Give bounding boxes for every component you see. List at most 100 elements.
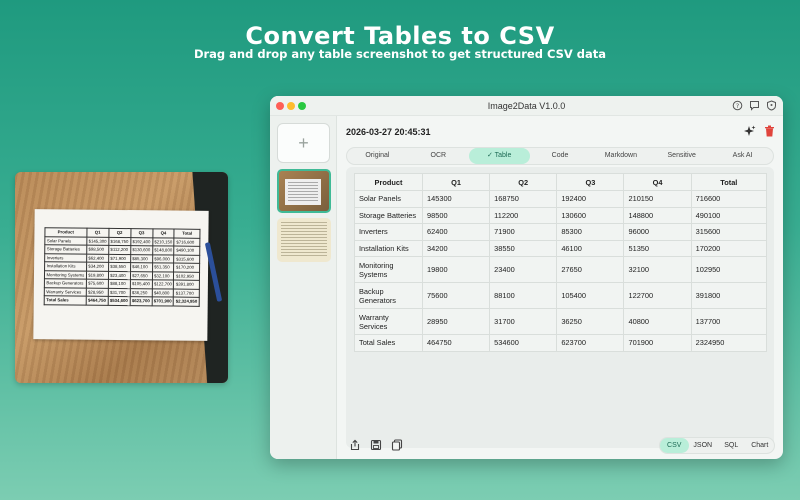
table-cell[interactable]: 51350: [623, 239, 692, 257]
table-cell[interactable]: 112200: [489, 206, 558, 224]
photo-table-cell: $145,300: [86, 236, 109, 246]
table-cell[interactable]: Solar Panels: [354, 190, 423, 208]
save-icon[interactable]: [370, 439, 382, 451]
photo-table-cell: $46,100: [130, 262, 153, 272]
photo-table-cell: $192,400: [130, 237, 153, 246]
photo-table-cell: $464,750: [85, 296, 108, 305]
table-cell[interactable]: Inverters: [354, 223, 423, 241]
table-row: Monitoring Systems 19800 23400 27650 32100 10…: [354, 256, 768, 283]
table-cell[interactable]: 464750: [421, 334, 491, 352]
table-cell[interactable]: 170200: [690, 239, 768, 257]
delete-icon[interactable]: [764, 125, 775, 140]
table-cell[interactable]: 40800: [623, 308, 692, 335]
table-cell[interactable]: 31700: [489, 308, 558, 335]
tab-markdown[interactable]: Markdown: [590, 148, 651, 164]
table-cell[interactable]: 71900: [489, 223, 558, 241]
help-icon[interactable]: ?: [732, 100, 743, 111]
tab-ask-ai[interactable]: Ask AI: [712, 148, 773, 164]
window-title: Image2Data V1.0.0: [487, 101, 566, 111]
photo-table-cell: $28,950: [86, 287, 109, 297]
format-csv[interactable]: CSV: [660, 438, 689, 453]
table-column-header: Product: [354, 173, 423, 191]
table-cell[interactable]: 28950: [421, 308, 491, 335]
history-thumbnail-active[interactable]: [277, 169, 331, 213]
tab-original[interactable]: Original: [347, 148, 408, 164]
table-cell[interactable]: 75600: [421, 282, 491, 309]
table-cell[interactable]: 19800: [421, 256, 491, 283]
share-icon[interactable]: [349, 439, 361, 451]
table-row: Inverters 62400 71900 85300 96000 315600: [354, 223, 768, 241]
table-cell[interactable]: 88100: [489, 282, 558, 309]
table-row: Total Sales 464750 534600 623700 701900 23249…: [354, 334, 768, 352]
photo-table-cell: $490,100: [174, 246, 200, 255]
table-cell[interactable]: 102950: [690, 256, 768, 283]
tab-code[interactable]: Code: [530, 148, 591, 164]
table-cell[interactable]: 46100: [556, 239, 625, 257]
format-sql[interactable]: SQL: [717, 438, 746, 453]
table-cell[interactable]: 105400: [556, 282, 625, 309]
table-cell[interactable]: 315600: [690, 223, 768, 241]
bottom-bar: CSV JSON SQL Chart: [337, 431, 783, 459]
table-cell[interactable]: 391800: [690, 282, 768, 309]
table-cell[interactable]: 32100: [623, 256, 692, 283]
table-cell[interactable]: 148800: [623, 206, 692, 224]
table-row: Installation Kits 34200 38550 46100 51350 170…: [354, 239, 768, 257]
photo-table-cell: $88,100: [108, 279, 131, 289]
table-cell[interactable]: Storage Batteries: [354, 206, 423, 224]
format-json[interactable]: JSON: [689, 438, 718, 453]
photo-table-cell: $701,900: [151, 296, 174, 306]
table-cell[interactable]: 168750: [489, 190, 558, 208]
format-chart[interactable]: Chart: [746, 438, 775, 453]
table-cell[interactable]: Warranty Services: [354, 308, 423, 335]
copy-icon[interactable]: [391, 439, 403, 451]
table-cell[interactable]: 2324950: [690, 334, 768, 352]
table-column-header: Q4: [623, 173, 692, 191]
table-cell[interactable]: 137700: [690, 308, 768, 335]
table-cell[interactable]: 210150: [623, 190, 692, 208]
table-cell[interactable]: 701900: [623, 334, 692, 352]
table-cell[interactable]: 27650: [556, 256, 625, 283]
photo-table-header: Total: [174, 229, 200, 238]
table-cell[interactable]: 192400: [556, 190, 625, 208]
table-cell[interactable]: 36250: [556, 308, 625, 335]
table-cell[interactable]: 38550: [489, 239, 558, 257]
photo-table-cell: $391,800: [173, 280, 200, 289]
table-cell[interactable]: 23400: [489, 256, 558, 283]
history-thumbnail[interactable]: [277, 218, 331, 262]
photo-table-cell: $137,700: [173, 288, 200, 298]
privacy-shield-icon[interactable]: [766, 100, 777, 111]
tab-table[interactable]: ✓ Table: [468, 148, 530, 164]
table-cell[interactable]: 130600: [556, 206, 625, 224]
table-cell[interactable]: Monitoring Systems: [354, 256, 423, 283]
table-cell[interactable]: Total Sales: [354, 334, 423, 352]
table-cell[interactable]: 122700: [623, 282, 692, 309]
paper-sheet: Product Q1 Q2 Q3 Q4 Total Solar Panels $145,30…: [33, 209, 209, 341]
photo-table-header: Q1: [86, 228, 109, 237]
photo-table-cell: $36,250: [129, 288, 152, 297]
table-cell[interactable]: 534600: [489, 334, 558, 352]
table-cell[interactable]: 623700: [556, 334, 625, 352]
tab-sensitive[interactable]: Sensitive: [651, 148, 712, 164]
tab-ocr[interactable]: OCR: [408, 148, 469, 164]
feedback-icon[interactable]: [749, 100, 760, 111]
table-cell[interactable]: 490100: [690, 206, 768, 224]
table-cell[interactable]: 62400: [421, 223, 491, 241]
table-cell[interactable]: 34200: [421, 239, 491, 257]
table-cell[interactable]: Backup Generators: [354, 282, 423, 309]
ai-sparkle-icon[interactable]: [743, 125, 756, 141]
table-cell[interactable]: 85300: [556, 223, 625, 241]
photo-table-cell: $170,200: [174, 263, 200, 272]
table-cell[interactable]: 98500: [421, 206, 491, 224]
photo-table-cell: $210,150: [152, 237, 175, 247]
table-cell[interactable]: 716600: [690, 190, 768, 208]
photo-table-cell: $716,600: [174, 237, 200, 247]
table-cell[interactable]: 96000: [623, 223, 692, 241]
add-image-button[interactable]: +: [277, 123, 330, 163]
photo-table-cell: $31,700: [107, 287, 130, 297]
table-cell[interactable]: Installation Kits: [354, 239, 423, 257]
table-column-header: Total: [690, 173, 768, 191]
data-table: Product Q1 Q2 Q3 Q4 Total Solar Panels 145300 1…: [354, 173, 768, 352]
table-row: Warranty Services 28950 31700 36250 40800 137…: [354, 308, 768, 335]
photo-table-cell: $98,500: [86, 245, 109, 254]
table-cell[interactable]: 145300: [421, 190, 491, 208]
